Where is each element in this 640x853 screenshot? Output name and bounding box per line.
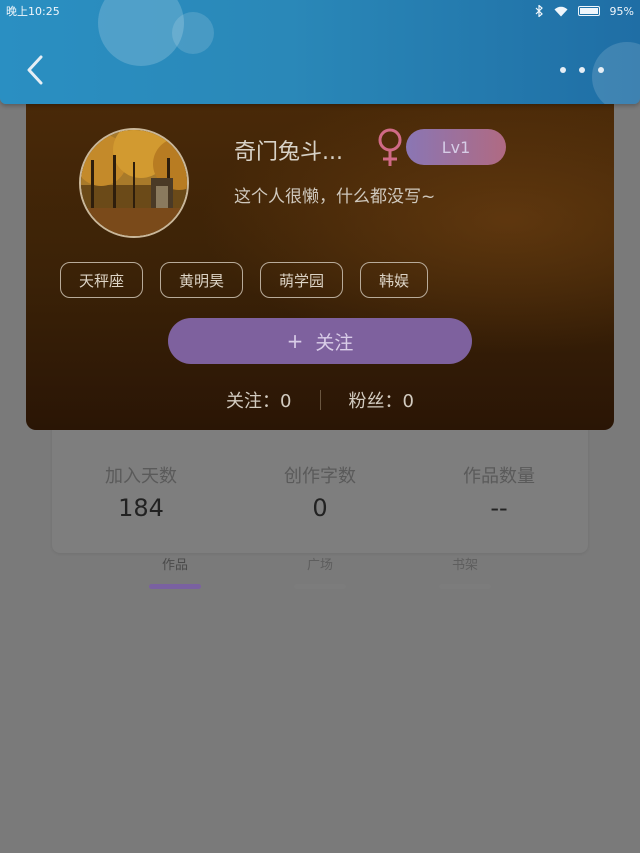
status-bar: 晚上10:25 95% bbox=[0, 0, 640, 22]
tab-works[interactable]: 作品 bbox=[145, 556, 205, 589]
battery-icon bbox=[577, 6, 600, 16]
more-options-button[interactable] bbox=[560, 58, 604, 82]
bluetooth-icon bbox=[535, 5, 543, 17]
plus-icon: + bbox=[286, 329, 304, 353]
fans-count[interactable]: 粉丝：0 bbox=[349, 387, 414, 413]
status-time: 晚上10:25 bbox=[6, 5, 60, 18]
stat-label: 创作字数 bbox=[284, 466, 356, 487]
wifi-icon bbox=[554, 6, 568, 16]
more-dots-icon bbox=[560, 67, 566, 73]
tab-bar: 作品 广场 书架 bbox=[0, 556, 640, 596]
stat-join-days: 加入天数 184 bbox=[66, 462, 216, 522]
avatar[interactable] bbox=[79, 128, 189, 238]
stat-label: 作品数量 bbox=[463, 466, 535, 487]
tab-label: 作品 bbox=[161, 558, 188, 573]
female-icon bbox=[378, 128, 402, 166]
avatar-image bbox=[81, 130, 187, 236]
tab-square[interactable]: 广场 bbox=[290, 556, 350, 589]
stat-works-count: 作品数量 -- bbox=[424, 462, 574, 522]
tab-label: 书架 bbox=[451, 558, 478, 573]
follow-button-label: 关注 bbox=[315, 331, 354, 354]
tag-item[interactable]: 黄明昊 bbox=[160, 262, 244, 298]
chevron-left-icon bbox=[27, 55, 43, 85]
stat-label: 加入天数 bbox=[105, 466, 177, 487]
tab-bookshelf[interactable]: 书架 bbox=[435, 556, 495, 589]
tag-list: 天秤座 黄明昊 萌学园 韩娱 bbox=[60, 262, 429, 298]
tag-item[interactable]: 天秤座 bbox=[60, 262, 144, 298]
stats-panel: 加入天数 184 创作字数 0 作品数量 -- bbox=[52, 420, 588, 553]
tag-item[interactable]: 韩娱 bbox=[360, 262, 429, 298]
tab-indicator-active bbox=[149, 584, 201, 589]
tab-indicator bbox=[439, 584, 491, 589]
profile-card: 奇门兔斗... Lv1 这个人很懒，什么都没写~ 天秤座 黄明昊 萌学园 韩娱 … bbox=[26, 80, 614, 430]
stat-word-count: 创作字数 0 bbox=[245, 462, 395, 522]
follow-button[interactable]: + 关注 bbox=[168, 318, 472, 364]
app-header: 晚上10:25 95% bbox=[0, 0, 640, 104]
stat-value: 184 bbox=[118, 494, 164, 522]
level-badge: Lv1 bbox=[406, 129, 506, 165]
back-button[interactable] bbox=[22, 52, 48, 88]
nickname: 奇门兔斗... bbox=[234, 140, 343, 165]
tab-indicator bbox=[294, 584, 346, 589]
following-count[interactable]: 关注：0 bbox=[226, 387, 291, 413]
divider bbox=[319, 390, 321, 410]
stat-value: 0 bbox=[312, 494, 328, 522]
tag-item[interactable]: 萌学园 bbox=[260, 262, 344, 298]
signature-text: 这个人很懒，什么都没写~ bbox=[234, 187, 436, 207]
battery-percent: 95% bbox=[609, 4, 634, 18]
stat-value: -- bbox=[490, 494, 508, 522]
tab-label: 广场 bbox=[306, 558, 333, 573]
follow-stats: 关注：0 粉丝：0 bbox=[26, 386, 614, 414]
